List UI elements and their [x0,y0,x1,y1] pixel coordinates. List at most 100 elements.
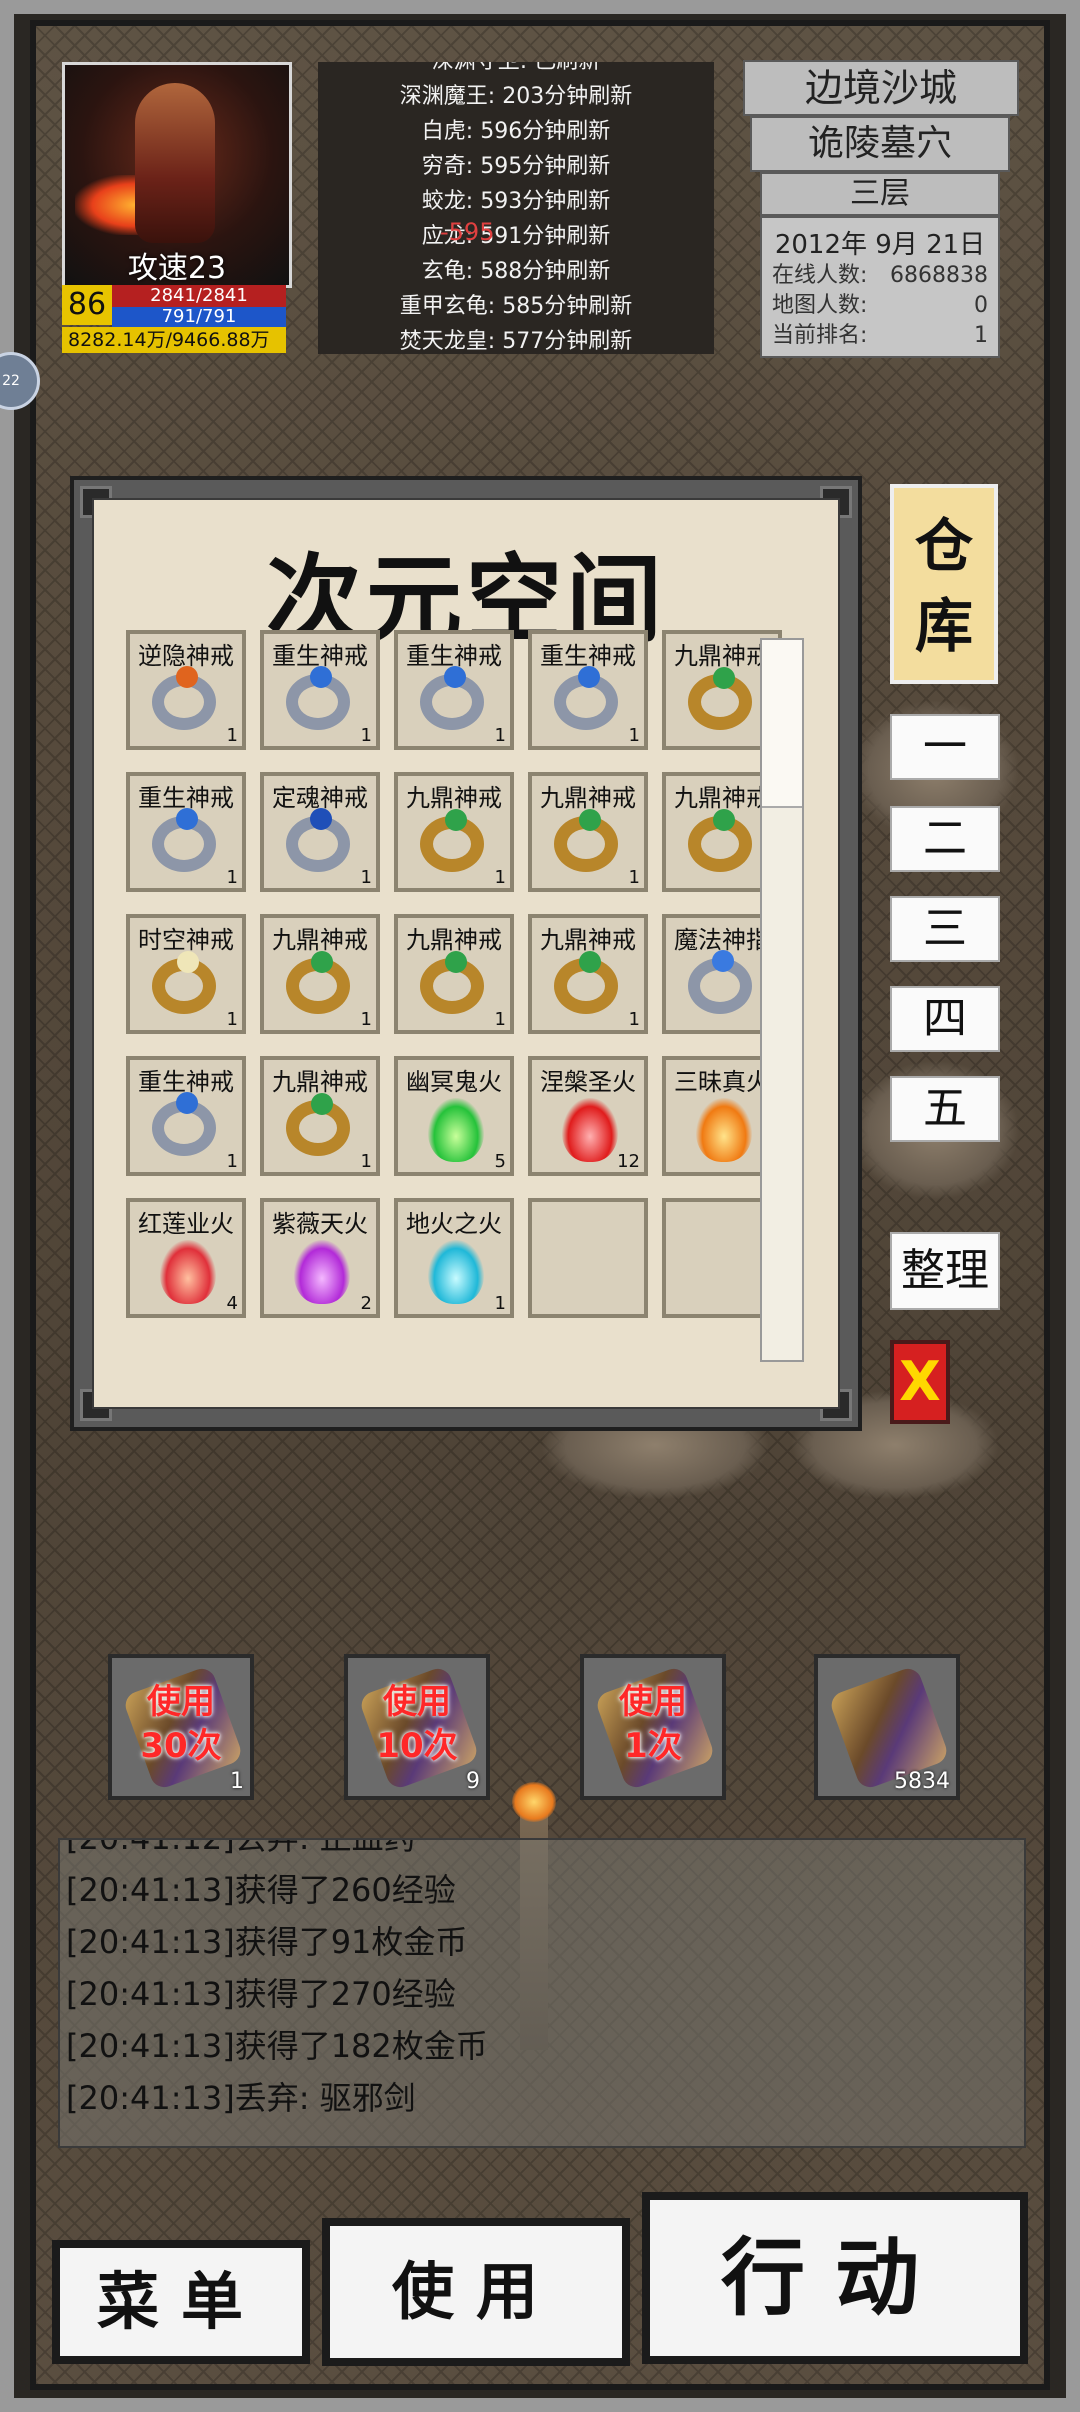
inventory-slot[interactable]: 九鼎神戒 1 [260,1056,380,1176]
inventory-slot[interactable]: 红莲业火 4 [126,1198,246,1318]
scrollbar-thumb[interactable] [762,640,802,808]
item-name: 幽冥鬼火 [406,1068,502,1096]
item-name: 地火之火 [406,1210,502,1238]
inventory-panel: 次元空间 逆隐神戒1重生神戒1重生神戒1重生神戒1九鼎神戒1重生神戒1定魂神戒1… [92,498,840,1409]
quick-item-count: 9 [466,1769,480,1794]
item-count: 1 [360,1009,372,1030]
tab-page-3[interactable]: 三 [890,896,1000,962]
empty-slot[interactable] [528,1198,648,1318]
item-count: 5 [494,1151,506,1172]
tab-page-1[interactable]: 一 [890,714,1000,780]
inventory-slot[interactable]: 重生神戒 1 [528,630,648,750]
boss-row: 焚天龙皇: 577分钟刷新 [399,329,633,354]
inventory-slot[interactable]: 九鼎神戒 1 [528,772,648,892]
inventory-scrollbar[interactable] [760,638,804,1362]
player-level: 86 [62,285,112,325]
inventory-slot[interactable]: 逆隐神戒 1 [126,630,246,750]
inventory-slot[interactable]: 九鼎神戒 1 [528,914,648,1034]
tab-page-2[interactable]: 二 [890,806,1000,872]
flame-icon [696,1098,752,1162]
quick-item-scroll-30[interactable]: 使用 30次 1 [108,1654,254,1800]
item-count: 1 [226,1009,238,1030]
item-name: 九鼎神戒 [406,926,502,954]
ring-icon [420,809,484,872]
item-name: 重生神戒 [406,642,502,670]
inventory-slot[interactable]: 九鼎神戒 1 [394,772,514,892]
item-count: 12 [617,1151,640,1172]
floating-damage: -595 [440,218,495,246]
item-count: 1 [226,1151,238,1172]
ring-icon [688,950,752,1014]
ring-icon [420,951,484,1014]
rank-value: 1 [974,323,988,348]
item-name: 涅槃圣火 [540,1068,636,1096]
boss-row: 玄龟: 588分钟刷新 [421,259,611,284]
action-button[interactable]: 行动 [642,2192,1028,2364]
mp-bar: 791/791 [112,307,286,327]
ring-icon [688,667,752,730]
log-line: [20:41:12]丢弃: 止血药 [66,1838,416,1857]
inventory-slot[interactable]: 重生神戒 1 [126,1056,246,1176]
item-name: 九鼎神戒 [540,784,636,812]
item-count: 4 [226,1293,238,1314]
item-count: 1 [628,725,640,746]
item-name: 红莲业火 [138,1210,234,1238]
warehouse-tab[interactable]: 仓库 [890,484,998,684]
message-log[interactable]: [20:41:12]丢弃: 止血药 [20:41:13]获得了260经验 [20… [58,1838,1026,2148]
inventory-window: 次元空间 逆隐神戒1重生神戒1重生神戒1重生神戒1九鼎神戒1重生神戒1定魂神戒1… [70,476,862,1431]
flame-icon [294,1240,350,1304]
ring-icon [688,809,752,872]
inventory-slot[interactable]: 九鼎神戒 1 [260,914,380,1034]
inventory-slot[interactable]: 时空神戒 1 [126,914,246,1034]
map-players-value: 0 [974,293,988,318]
inventory-slot[interactable]: 九鼎神戒 1 [394,914,514,1034]
boss-row: 蛟龙: 593分钟刷新 [421,189,611,214]
log-line: [20:41:13]获得了91枚金币 [66,1923,468,1961]
ring-icon [152,951,216,1014]
inventory-slot[interactable]: 定魂神戒 1 [260,772,380,892]
tab-page-5[interactable]: 五 [890,1076,1000,1142]
ring-icon [554,666,618,730]
inventory-slot[interactable]: 重生神戒 1 [126,772,246,892]
quick-item-label: 使用 30次 [140,1682,222,1766]
sort-button[interactable]: 整理 [890,1232,1000,1310]
ring-icon [152,666,216,730]
player-portrait[interactable]: 攻速23 [62,62,292,288]
ring-icon [286,951,350,1014]
item-count: 1 [628,867,640,888]
ring-icon [286,666,350,730]
hp-bar: 2841/2841 [112,285,286,307]
boss-row: 白虎: 596分钟刷新 [421,119,611,144]
quick-item-scroll[interactable]: 5834 [814,1654,960,1800]
quick-item-label: 使用 1次 [619,1682,687,1766]
item-count: 1 [360,1151,372,1172]
exp-bar: 8282.14万/9466.88万 [62,327,286,353]
inventory-slot[interactable]: 幽冥鬼火 5 [394,1056,514,1176]
item-name: 紫薇天火 [272,1210,368,1238]
menu-button[interactable]: 菜单 [52,2240,310,2364]
close-button[interactable]: X [890,1340,950,1424]
inventory-slot[interactable]: 涅槃圣火 12 [528,1056,648,1176]
boss-refresh-list: 深渊守卫: 已刷新 深渊魔王: 203分钟刷新 白虎: 596分钟刷新 穷奇: … [318,62,714,354]
inventory-slot[interactable]: 重生神戒 1 [394,630,514,750]
item-count: 1 [494,1293,506,1314]
log-line: [20:41:13]获得了260经验 [66,1871,456,1909]
inventory-slot[interactable]: 紫薇天火 2 [260,1198,380,1318]
quick-item-scroll-10[interactable]: 使用 10次 9 [344,1654,490,1800]
use-button[interactable]: 使用 [322,2218,630,2366]
boss-row: 重甲玄龟: 585分钟刷新 [399,294,633,319]
torch-flame [512,1782,556,1822]
inventory-slot[interactable]: 重生神戒 1 [260,630,380,750]
tab-page-4[interactable]: 四 [890,986,1000,1052]
ring-icon [554,951,618,1014]
boss-row: 应龙: 591分钟刷新 [421,224,611,249]
quick-item-count: 5834 [894,1769,950,1794]
item-count: 1 [494,867,506,888]
inventory-slot[interactable]: 地火之火 1 [394,1198,514,1318]
hero-figure [135,83,215,243]
region-name: 边境沙城 [743,60,1019,116]
item-name: 九鼎神戒 [272,926,368,954]
ring-icon [152,808,216,872]
quick-item-scroll-1[interactable]: 使用 1次 [580,1654,726,1800]
item-count: 2 [360,1293,372,1314]
